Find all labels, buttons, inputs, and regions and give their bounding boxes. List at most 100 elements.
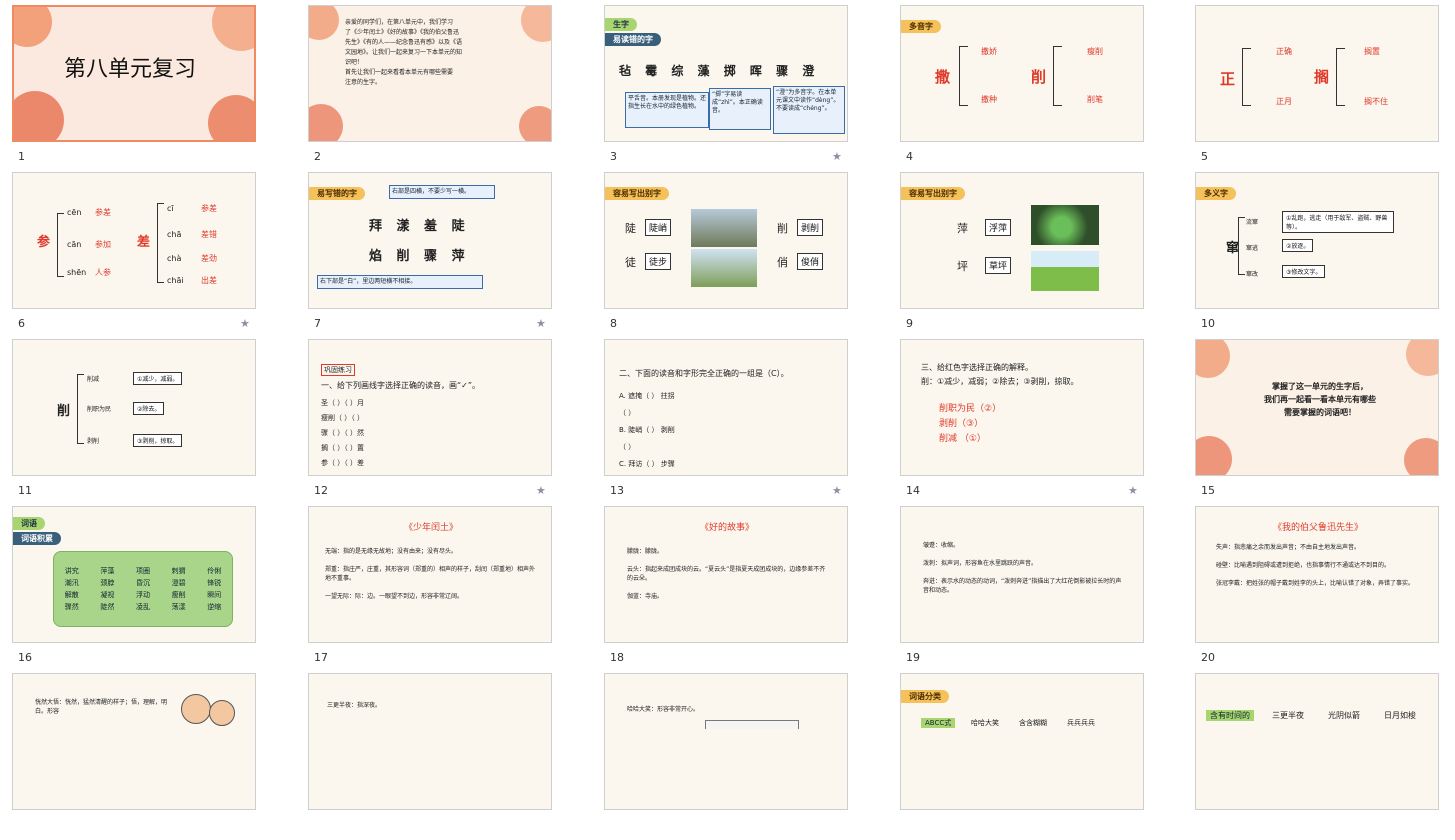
slide-thumb-19[interactable]: 皱蹙：收缩。 泼刺：拟声词，形容鱼在水里跳跃的声音。 奔迸：表示水的动态的动词，… [900,506,1160,673]
glossary-entry: 奔迸：表示水的动态的动词，“泼刺奔迸”指描出了大红花倒影被拉长时的声音和动态。 [923,578,1122,594]
word: 流窜 [1246,219,1259,226]
answer-row: 骤（ ）（ ）然 [321,429,364,437]
section-tag: 多音字 [901,20,941,33]
slide-19[interactable]: 皱蹙：收缩。 泼刺：拟声词，形容鱼在水里跳跃的声音。 奔迸：表示水的动态的动词，… [900,506,1144,643]
slide-14[interactable]: 三、给红色字选择正确的解释。 削：①减少，减弱；②除去；③剥削，掠取。 削职为民… [900,339,1144,476]
slide-thumb-17[interactable]: 《少年闰土》 无端：指的是无缘无故地；没有由来；没有尽头。 郑重：指庄严，庄重，… [308,506,568,673]
slide-10[interactable]: 多义字 窜 流窜 窜逃 窜改 ①乱跑，逃走（用于敌军、盗贼、野兽等）。 ②放逐。… [1195,172,1439,309]
decor-flower [521,6,551,42]
answer-row: 瘦削（ ）（ ） [321,414,364,422]
prompt: 削：①减少，减弱；②除去；③剥削，掠取。 [921,377,1079,386]
slide-7[interactable]: 易写错的字 右部是四横，不要少写一横。 拜 漾 羞 陡 焰 削 骤 萍 右下部是… [308,172,552,309]
decor-flower [309,6,339,40]
callout: 平舌音。本册发现是植物。还指生长在水中的绿色植物。 [625,92,709,128]
slide-thumb-6[interactable]: 参 cēn cān shēn 参差 参加 人参 差 cī chā chà chā… [12,172,272,339]
animation-star-icon: ★ [1128,484,1138,497]
decor-flower [14,7,52,47]
slide-thumb-2[interactable]: 亲爱的同学们，在第八单元中，我们学习 了《少年闰土》《好的故事》《我的伯父鲁迅 … [308,5,568,172]
slide-thumb-12[interactable]: 巩固练习 一、给下列画线字选择正确的读音，画“✓”。 圣（ ）（ ）月 瘦削（ … [308,339,568,506]
slide-thumb-13[interactable]: 二、下面的读音和字形完全正确的一组是（C）。 A. 遮掩（ ） 拄拐 （ ） B… [604,339,864,506]
duckweed-photo [1031,205,1099,245]
slide-thumb-8[interactable]: 容易写出别字 陡 陡峭 徒 徒步 削 剥削 俏 俊俏 8 [604,172,864,339]
slide-thumbnail-grid: 第八单元复习 1 亲爱的同学们，在第八单元中，我们学习 了《少年闰土》《好的故事… [0,0,1455,810]
slide-thumb-15[interactable]: 掌握了这一单元的生字后， 我们再一起看一看本单元有哪些 需要掌握的词语吧！ 15 [1195,339,1455,506]
section-subtag: 词语积累 [13,532,61,545]
decor-flower [1196,340,1230,378]
slide-9[interactable]: 容易写出别字 萍 浮萍 坪 草坪 [900,172,1144,309]
word: 窜改 [1246,271,1259,278]
slide-thumb-25[interactable]: 含有时间的 三更半夜 光阴似箭 日月如梭 [1195,673,1455,840]
slide-thumb-22[interactable]: 三更半夜：指深夜。 [308,673,568,840]
word: 荡漾 [171,603,186,611]
slide-thumb-3[interactable]: 生字 易读错的字 毡 霉 综 藻 掷 晖 骤 澄 平舌音。本册发现是植物。还指生… [604,5,864,172]
char: 削 [777,222,788,235]
slide-21[interactable]: 恍然大悟：恍然，猛然清醒的样子；悟，理解，明白。形容 [12,673,256,810]
slide-18[interactable]: 《好的故事》 朦胧：朦胧。 云头：指起来成团成块的云。“夏云头”是指夏天成团成块… [604,506,848,643]
slide-17[interactable]: 《少年闰土》 无端：指的是无缘无故地；没有由来；没有尽头。 郑重：指庄严，庄重，… [308,506,552,643]
word: 差劲 [201,254,217,263]
word-box: 剥削 [797,219,824,236]
section-tag: 易写错的字 [309,187,365,200]
slide-6[interactable]: 参 cēn cān shēn 参差 参加 人参 差 cī chā chà chā… [12,172,256,309]
polyphone-char: 参 [37,235,56,250]
pinyin: chà [167,254,182,263]
slide-13[interactable]: 二、下面的读音和字形完全正确的一组是（C）。 A. 遮掩（ ） 拄拐 （ ） B… [604,339,848,476]
landscape-photo [691,209,757,247]
slide-1[interactable]: 第八单元复习 [12,5,256,142]
slide-thumb-7[interactable]: 易写错的字 右部是四横，不要少写一横。 拜 漾 羞 陡 焰 削 骤 萍 右下部是… [308,172,568,339]
slide-thumb-11[interactable]: 削 削减 削职为民 剥削 ①减少，减弱。 ②除去。 ③剥削，掠取。 11 [12,339,272,506]
slide-25[interactable]: 含有时间的 三更半夜 光阴似箭 日月如梭 [1195,673,1439,810]
answer-row: B. 陡峭（ ） 剥削 [619,426,675,434]
slide-thumb-14[interactable]: 三、给红色字选择正确的解释。 削：①减少，减弱；②除去；③剥削，掠取。 削职为民… [900,339,1160,506]
slide-23[interactable]: 哈哈大笑：形容非常开心。 [604,673,848,810]
slide-20[interactable]: 《我的伯父鲁迅先生》 失声：指悲痛之余而发出声音；不由自主地发出声音。 碰壁：比… [1195,506,1439,643]
section-subtag: 易读错的字 [605,33,661,46]
slide-15[interactable]: 掌握了这一单元的生字后， 我们再一起看一看本单元有哪些 需要掌握的词语吧！ [1195,339,1439,476]
example-word: 兵兵兵兵 [1067,719,1095,727]
text-line: 首先让我们一起来看看本单元有哪些需要 [345,69,454,76]
slide-thumb-21[interactable]: 恍然大悟：恍然，猛然清醒的样子；悟，理解，明白。形容 [12,673,272,840]
cartoon-person-icon [209,700,235,726]
slide-thumb-10[interactable]: 多义字 窜 流窜 窜逃 窜改 ①乱跑，逃走（用于敌军、盗贼、野兽等）。 ②放逐。… [1195,172,1455,339]
char-row: 拜 漾 羞 陡 [369,219,470,234]
decor-flower [208,95,254,140]
slide-16[interactable]: 词语 词语积累 讲究 萍藻 项圈 刺猬 伶俐 潮汛 颈脖 昏沉 澄碧 锋锐 解散… [12,506,256,643]
polyphone-char: 撒 [935,68,956,86]
lawn-photo [1031,251,1099,291]
slide-8[interactable]: 容易写出别字 陡 陡峭 徒 徒步 削 剥削 俏 俊俏 [604,172,848,309]
slide-thumb-9[interactable]: 容易写出别字 萍 浮萍 坪 草坪 9 [900,172,1160,339]
slide-thumb-18[interactable]: 《好的故事》 朦胧：朦胧。 云头：指起来成团成块的云。“夏云头”是指夏天成团成块… [604,506,864,673]
slide-thumb-20[interactable]: 《我的伯父鲁迅先生》 失声：指悲痛之余而发出声音；不由自主地发出声音。 碰壁：比… [1195,506,1455,673]
slide-2[interactable]: 亲爱的同学们，在第八单元中，我们学习 了《少年闰土》《好的故事》《我的伯父鲁迅 … [308,5,552,142]
text-line: 先生》《有的人——纪念鲁迅有感》以及《语 [345,39,463,46]
slide-thumb-23[interactable]: 哈哈大笑：形容非常开心。 [604,673,864,840]
callout: “掷”字易读成“zhì”。本正确读音。 [709,88,771,130]
slide-22[interactable]: 三更半夜：指深夜。 [308,673,552,810]
slide-thumb-4[interactable]: 多音字 撒 撒娇 撒种 削 瘦削 削笔 4 [900,5,1160,172]
slide-number: 20 [1201,651,1215,664]
slide-thumb-5[interactable]: 正 正确 正月 搁 搁置 搁不住 5 [1195,5,1455,172]
text-line: 了《少年闰土》《好的故事》《我的伯父鲁迅 [345,29,460,36]
slide-thumb-24[interactable]: 词语分类 ABCC式 哈哈大笑 含含糊糊 兵兵兵兵 [900,673,1160,840]
slide-11[interactable]: 削 削减 削职为民 剥削 ①减少，减弱。 ②除去。 ③剥削，掠取。 [12,339,256,476]
word: 萍藻 [100,567,115,575]
slide-4[interactable]: 多音字 撒 撒娇 撒种 削 瘦削 削笔 [900,5,1144,142]
slide-5[interactable]: 正 正确 正月 搁 搁置 搁不住 [1195,5,1439,142]
callout: “澄”为多音字。在本单元课文中读作“dèng”。不要读成“chéng”。 [773,86,845,134]
pinyin: chā [167,230,182,239]
decor-flower [1196,436,1232,475]
word: 窜逃 [1246,245,1259,252]
slide-24[interactable]: 词语分类 ABCC式 哈哈大笑 含含糊糊 兵兵兵兵 [900,673,1144,810]
word: 瘦削 [171,591,186,599]
slide-thumb-1[interactable]: 第八单元复习 1 [12,5,272,172]
slide-thumb-16[interactable]: 词语 词语积累 讲究 萍藻 项圈 刺猬 伶俐 潮汛 颈脖 昏沉 澄碧 锋锐 解散… [12,506,272,673]
category-label: 含有时间的 [1206,710,1254,721]
slide-number: 12 [314,484,328,497]
char: 陡 [625,222,636,235]
hiking-photo [691,249,757,287]
answer-row: 削减 （①） [939,434,986,444]
slide-12[interactable]: 巩固练习 一、给下列画线字选择正确的读音，画“✓”。 圣（ ）（ ）月 瘦削（ … [308,339,552,476]
slide-3[interactable]: 生字 易读错的字 毡 霉 综 藻 掷 晖 骤 澄 平舌音。本册发现是植物。还指生… [604,5,848,142]
glossary-entry: 哈哈大笑：形容非常开心。 [627,706,700,713]
polyphone-char: 差 [137,235,156,250]
